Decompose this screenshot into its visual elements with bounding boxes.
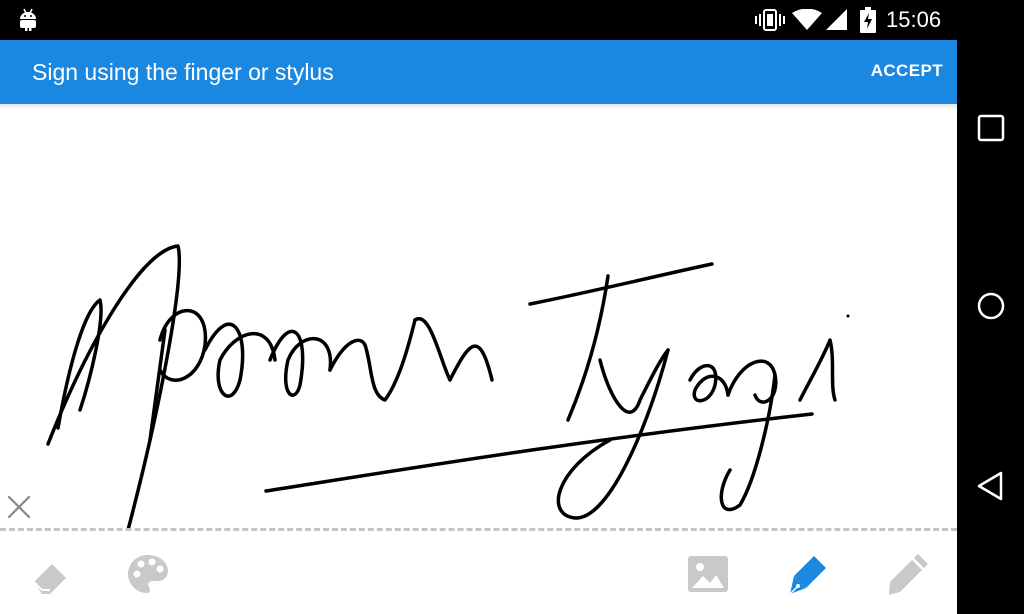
pen-tool-button[interactable] — [786, 552, 830, 596]
pen-icon — [789, 556, 826, 595]
battery-charging-icon — [860, 7, 876, 38]
navigation-bar — [957, 40, 1024, 614]
pencil-tool-button[interactable] — [886, 552, 930, 596]
signature-canvas[interactable] — [0, 104, 957, 530]
home-button[interactable] — [973, 288, 1009, 324]
recents-button[interactable] — [973, 110, 1009, 146]
status-clock: 15:06 — [886, 7, 942, 32]
palette-icon — [128, 555, 168, 593]
insert-image-button[interactable] — [686, 552, 730, 596]
clear-signature-button[interactable] — [7, 495, 31, 519]
vibrate-icon — [755, 8, 785, 37]
android-icon — [18, 8, 38, 37]
home-icon — [977, 292, 1005, 320]
pencil-icon — [889, 554, 928, 595]
signature-strokes — [46, 244, 850, 530]
back-button[interactable] — [973, 468, 1009, 504]
signature-baseline — [0, 528, 957, 531]
tool-bar — [0, 536, 957, 614]
back-icon — [977, 471, 1003, 501]
page-title: Sign using the finger or stylus — [32, 59, 334, 85]
wifi-icon — [792, 8, 822, 36]
recents-icon — [977, 114, 1005, 142]
color-palette-button[interactable] — [126, 552, 170, 596]
status-bar: 15:06 — [0, 0, 1024, 40]
app-bar: Sign using the finger or stylus ACCEPT — [0, 40, 957, 104]
signal-icon — [826, 9, 848, 36]
image-icon — [688, 556, 728, 592]
eraser-icon — [33, 564, 66, 594]
accept-button[interactable]: ACCEPT — [871, 61, 943, 81]
eraser-button[interactable] — [28, 552, 72, 596]
